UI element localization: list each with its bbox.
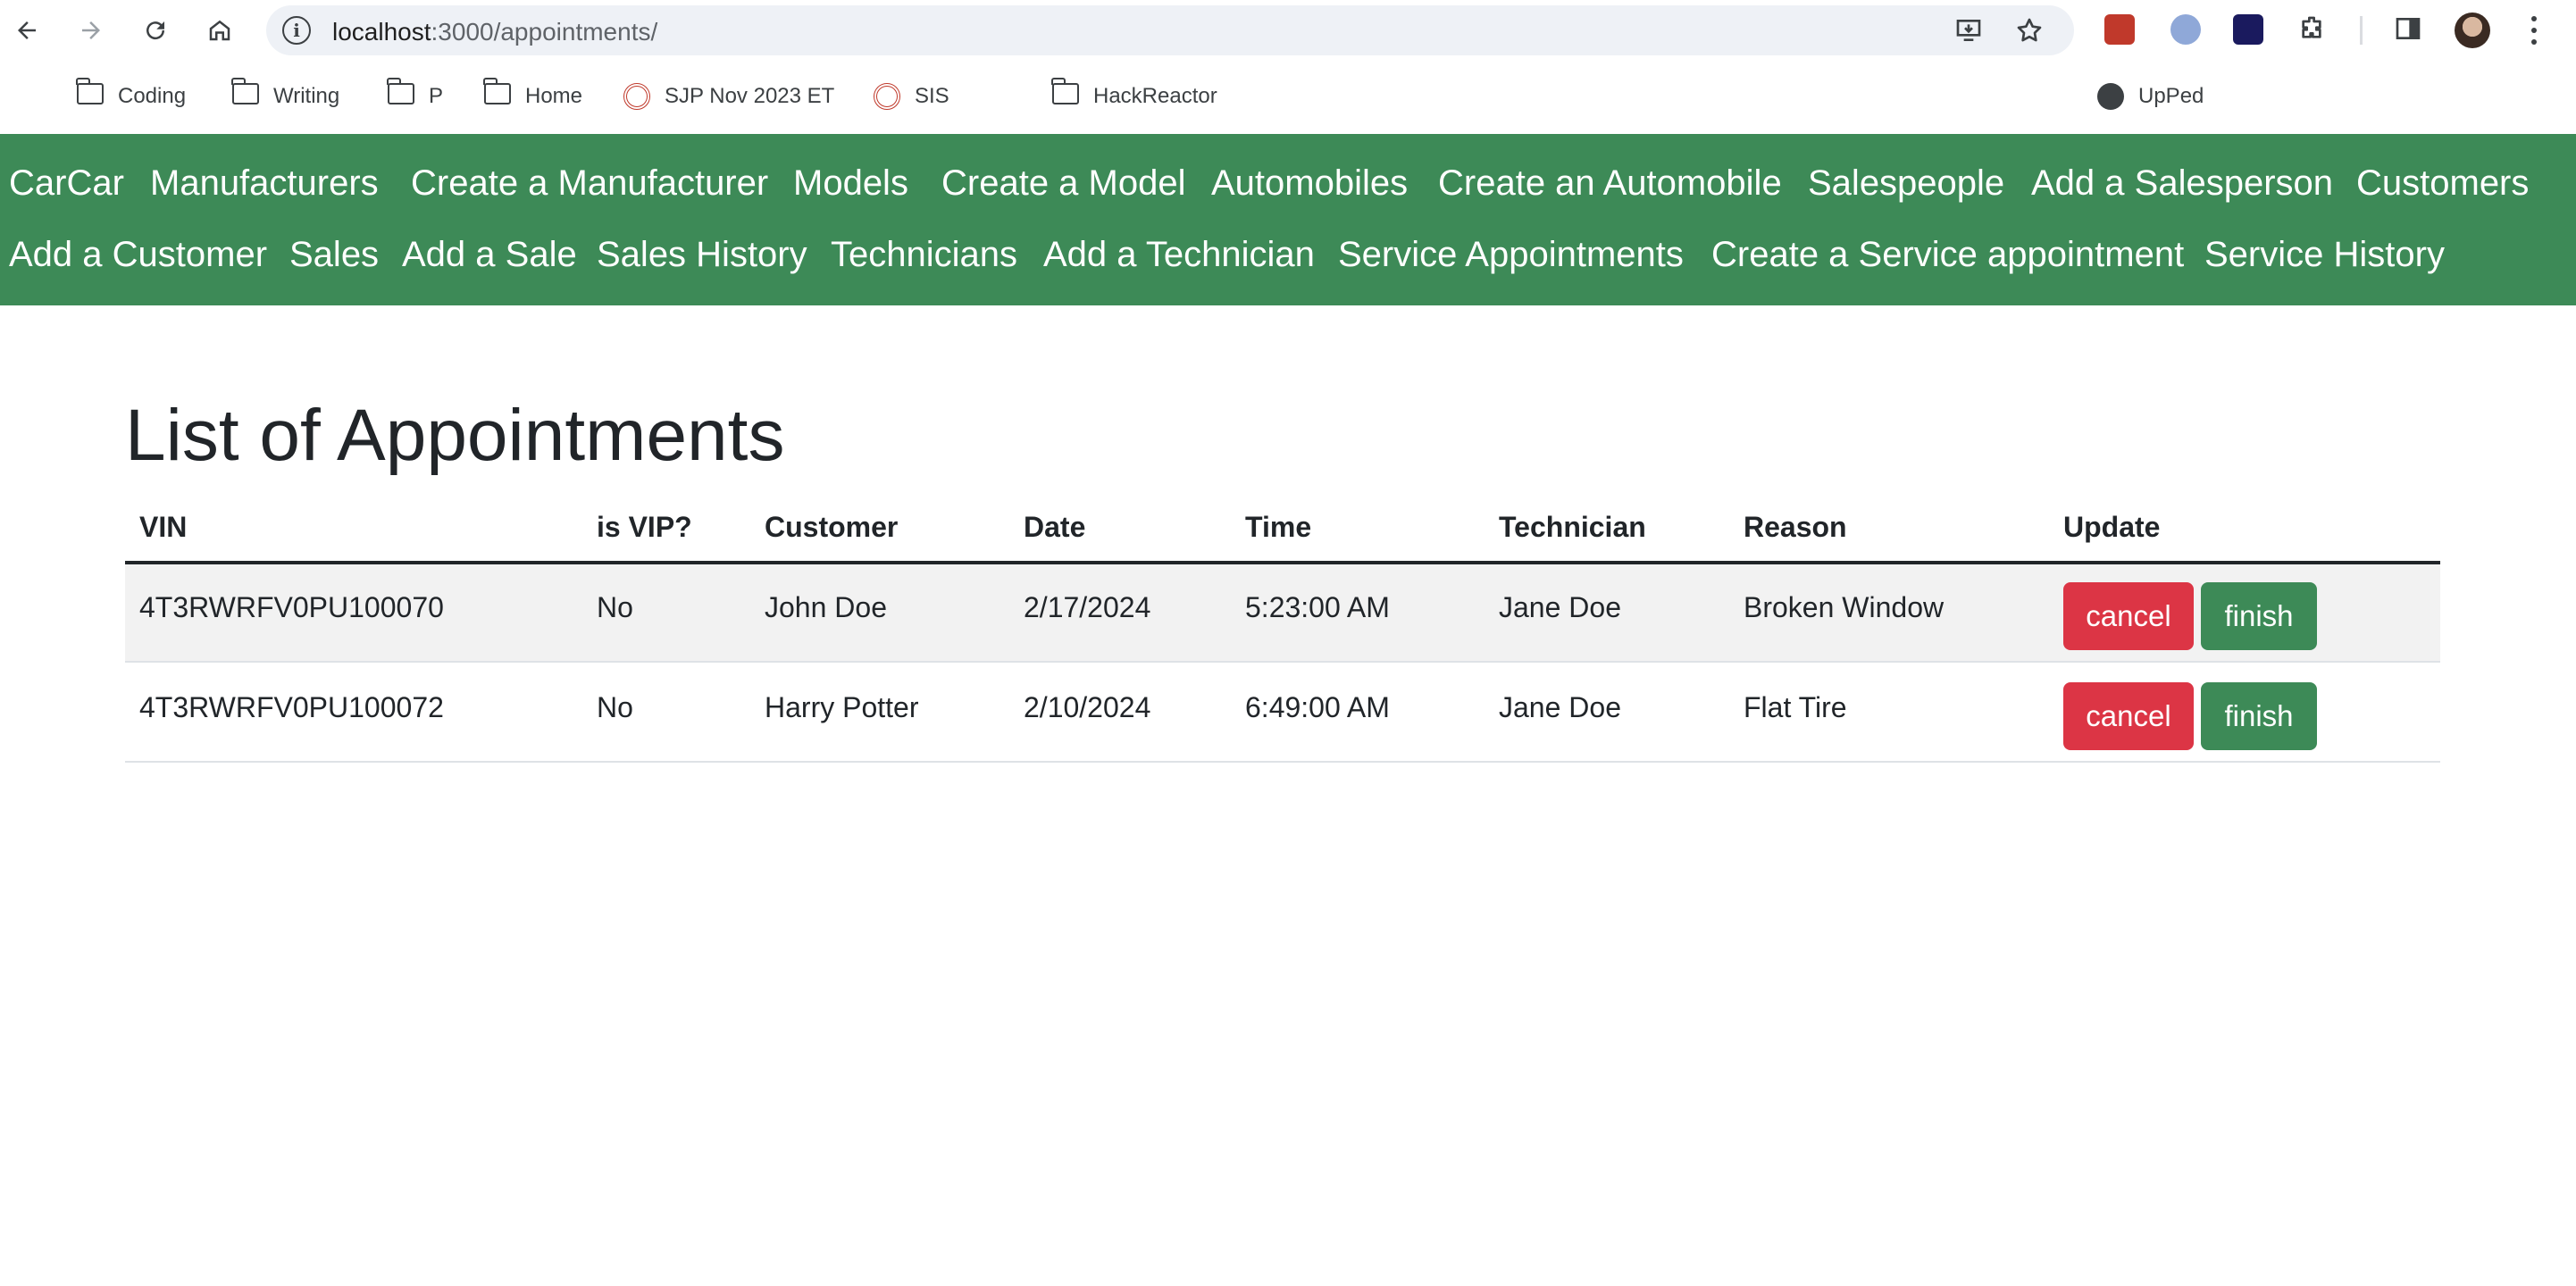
finish-button[interactable]: finish [2201, 582, 2317, 650]
nav-link-technicians[interactable]: Technicians [831, 232, 1017, 277]
cancel-button[interactable]: cancel [2063, 682, 2194, 750]
bookmark-label: HackReactor [1093, 84, 1217, 108]
bookmark-coding[interactable]: Coding [76, 75, 187, 118]
nav-link-add-sale[interactable]: Add a Sale [402, 232, 577, 277]
nav-link-sales[interactable]: Sales [289, 232, 379, 277]
cell-technician: Jane Doe [1499, 591, 1621, 623]
site-info-icon[interactable]: i [282, 16, 311, 45]
cell-time: 5:23:00 AM [1245, 591, 1390, 623]
profile-avatar[interactable] [2455, 13, 2490, 48]
folder-icon [483, 78, 511, 104]
nav-link-create-manufacturer[interactable]: Create a Manufacturer [411, 161, 768, 205]
url-text[interactable]: localhost:3000/appointments/ [332, 18, 657, 46]
spiral-icon [874, 83, 900, 110]
bookmark-label: SIS [915, 84, 949, 108]
nav-link-service-history[interactable]: Service History [2204, 232, 2445, 277]
nav-link-sales-history[interactable]: Sales History [597, 232, 807, 277]
cell-date: 2/17/2024 [1024, 591, 1151, 623]
bookmark-writing[interactable]: Writing [231, 75, 340, 118]
extensions-puzzle-icon[interactable] [2297, 14, 2326, 43]
column-header-time: Time [1245, 511, 1312, 543]
cell-reason: Flat Tire [1744, 691, 1847, 723]
finish-button[interactable]: finish [2201, 682, 2317, 750]
column-header-date: Date [1024, 511, 1086, 543]
extension-icon[interactable] [2104, 14, 2135, 45]
cell-time: 6:49:00 AM [1245, 691, 1390, 723]
nav-link-add-technician[interactable]: Add a Technician [1043, 232, 1315, 277]
nav-link-service-appointments[interactable]: Service Appointments [1338, 232, 1684, 277]
folder-icon [231, 78, 259, 104]
cancel-button[interactable]: cancel [2063, 582, 2194, 650]
cell-vip: No [597, 591, 633, 623]
bookmark-hackreactor[interactable]: HackReactor [1051, 75, 1217, 118]
bookmark-home[interactable]: Home [483, 75, 583, 118]
address-bar[interactable]: i localhost:3000/appointments/ [266, 5, 2074, 55]
column-header-reason: Reason [1744, 511, 1847, 543]
cell-customer: Harry Potter [765, 691, 919, 723]
bookmark-sjp[interactable]: SJP Nov 2023 ET [623, 75, 834, 118]
bookmark-star-icon[interactable] [2015, 16, 2044, 45]
nav-link-create-model[interactable]: Create a Model [941, 161, 1185, 205]
cell-date: 2/10/2024 [1024, 691, 1151, 723]
column-header-vip: is VIP? [597, 511, 692, 543]
table-row: 4T3RWRFV0PU100070 No John Doe 2/17/2024 … [125, 564, 2440, 663]
bookmark-label: Writing [273, 84, 340, 108]
nav-link-manufacturers[interactable]: Manufacturers [150, 161, 379, 205]
cell-vin: 4T3RWRFV0PU100072 [139, 691, 444, 723]
globe-icon [2097, 83, 2124, 110]
bookmark-label: Coding [118, 84, 187, 108]
spiral-icon [623, 83, 650, 110]
bookmark-label: UpPed [2138, 84, 2204, 108]
bookmark-label: SJP Nov 2023 ET [665, 84, 835, 108]
bookmark-label: P [429, 84, 444, 108]
app-navbar: CarCar Manufacturers Create a Manufactur… [0, 134, 2576, 305]
toolbar-divider [2360, 16, 2363, 45]
menu-kebab-icon[interactable] [2528, 13, 2540, 48]
column-header-customer: Customer [765, 511, 899, 543]
forward-icon[interactable] [71, 11, 111, 50]
back-icon[interactable] [7, 11, 46, 50]
table-row: 4T3RWRFV0PU100072 No Harry Potter 2/10/2… [125, 664, 2440, 763]
nav-link-customers[interactable]: Customers [2356, 161, 2529, 205]
nav-link-create-automobile[interactable]: Create an Automobile [1438, 161, 1782, 205]
folder-icon [76, 78, 104, 104]
nav-brand-carcar[interactable]: CarCar [9, 161, 124, 205]
nav-link-models[interactable]: Models [793, 161, 908, 205]
bookmark-upped[interactable]: UpPed [2097, 75, 2204, 118]
cell-vin: 4T3RWRFV0PU100070 [139, 591, 444, 623]
bookmark-sis[interactable]: SIS [874, 75, 949, 118]
reload-icon[interactable] [136, 11, 175, 50]
side-panel-icon[interactable] [2394, 14, 2422, 43]
bookmark-p[interactable]: P [387, 75, 444, 118]
nav-link-add-customer[interactable]: Add a Customer [9, 232, 267, 277]
column-header-update: Update [2063, 511, 2161, 543]
nav-link-salespeople[interactable]: Salespeople [1808, 161, 2004, 205]
bookmarks-bar: Coding Writing P Home SJP Nov 2023 ET SI… [0, 75, 2576, 188]
install-app-icon[interactable] [1954, 16, 1983, 45]
cell-reason: Broken Window [1744, 591, 1945, 623]
nav-link-add-salesperson[interactable]: Add a Salesperson [2031, 161, 2333, 205]
nav-link-create-service-appointment[interactable]: Create a Service appointment [1711, 232, 2184, 277]
cell-customer: John Doe [765, 591, 887, 623]
browser-toolbar: i localhost:3000/appointments/ [0, 0, 2576, 61]
column-header-technician: Technician [1499, 511, 1646, 543]
cell-technician: Jane Doe [1499, 691, 1621, 723]
folder-icon [387, 78, 414, 104]
folder-icon [1051, 78, 1079, 104]
extension-icon[interactable] [2170, 14, 2201, 45]
extension-icon[interactable] [2233, 14, 2263, 45]
bookmark-label: Home [525, 84, 583, 108]
cell-vip: No [597, 691, 633, 723]
nav-link-automobiles[interactable]: Automobiles [1211, 161, 1408, 205]
browser-chrome: i localhost:3000/appointments/ Coding Wr… [0, 0, 2576, 188]
page-title: List of Appointments [125, 395, 785, 476]
column-header-vin: VIN [139, 511, 188, 543]
home-icon[interactable] [200, 11, 239, 50]
